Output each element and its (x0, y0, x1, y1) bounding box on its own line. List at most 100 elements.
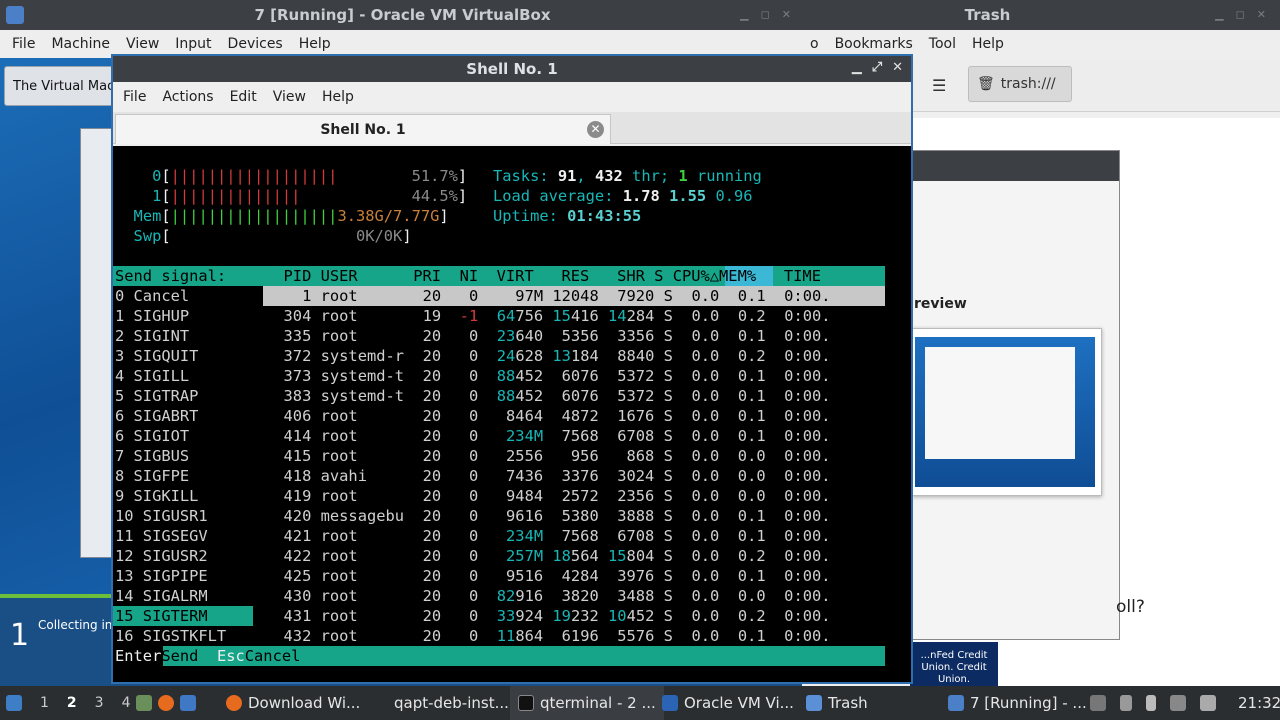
cpu0-bar: |||||||||||||||||| (170, 167, 338, 185)
process-row[interactable]: 372 systemd-r 20 0 24628 13184 8840 S 0.… (265, 346, 831, 366)
clock[interactable]: 21:32 (1238, 686, 1280, 720)
file-manager-launcher-icon[interactable] (136, 695, 152, 711)
taskbar: 1 2 3 4 Download Wi... qapt-deb-inst... … (0, 686, 1280, 720)
menu-machine[interactable]: Machine (43, 36, 118, 52)
process-row[interactable]: 373 systemd-t 20 0 88452 6076 5372 S 0.0… (265, 366, 831, 386)
signal-item[interactable]: 0 Cancel (115, 286, 189, 306)
signal-item[interactable]: 10 SIGUSR1 (115, 506, 208, 526)
desktop-launcher-icon[interactable] (180, 695, 196, 711)
close-icon[interactable]: ✕ (1257, 8, 1266, 21)
maximize-icon[interactable]: ◻ (761, 8, 770, 21)
process-row[interactable]: 432 root 20 0 11864 6196 5576 S 0.0 0.1 … (265, 626, 831, 646)
minimize-icon[interactable]: ▁ (852, 60, 862, 75)
task-label: qterminal - 2 ... (540, 694, 656, 712)
trash-window-buttons[interactable]: ▁ ◻ ✕ (1215, 8, 1266, 21)
menu-file[interactable]: File (4, 36, 43, 52)
updates-icon[interactable] (1090, 695, 1106, 711)
signal-item[interactable]: 1 SIGHUP (115, 306, 189, 326)
process-row[interactable]: 421 root 20 0 234M 7568 6708 S 0.0 0.1 0… (265, 526, 831, 546)
maximize-icon[interactable]: ◻ (1236, 8, 1245, 21)
signal-item[interactable]: 11 SIGSEGV (115, 526, 208, 546)
signal-item[interactable]: 14 SIGALRM (115, 586, 208, 606)
minimize-icon[interactable]: ▁ (1215, 8, 1223, 21)
signal-item[interactable]: 5 SIGTRAP (115, 386, 198, 406)
preview-thumbnail[interactable] (912, 328, 1102, 496)
process-row[interactable]: 431 root 20 0 33924 19232 10452 S 0.0 0.… (265, 606, 831, 626)
signal-item[interactable]: 2 SIGINT (115, 326, 189, 346)
process-row[interactable]: 1 root 20 0 97M 12048 7920 S 0.0 0.1 0:0… (265, 286, 830, 306)
htop-footer: EnterSend EscCancel (115, 646, 300, 666)
signal-item[interactable]: 6 SIGIOT (115, 426, 189, 446)
firefox-launcher-icon[interactable] (158, 695, 174, 711)
signal-item[interactable]: 6 SIGABRT (115, 406, 198, 426)
task-qapt[interactable]: qapt-deb-inst... (394, 686, 509, 720)
cpu1-label: 1 (152, 187, 162, 205)
desktop-2[interactable]: 2 (67, 695, 77, 711)
process-row[interactable]: 420 messagebu 20 0 9616 5380 3888 S 0.0 … (265, 506, 831, 526)
signal-item[interactable]: 8 SIGFPE (115, 466, 189, 486)
menu-go[interactable]: o (802, 36, 827, 52)
process-row[interactable]: 406 root 20 0 8464 4872 1676 S 0.0 0.1 0… (265, 406, 831, 426)
signal-item[interactable]: 15 SIGTERM (115, 606, 208, 626)
process-row[interactable]: 418 avahi 20 0 7436 3376 3024 S 0.0 0.0 … (265, 466, 831, 486)
menu-tool[interactable]: Tool (921, 36, 964, 52)
menu-file[interactable]: File (115, 89, 154, 105)
process-row[interactable]: 304 root 19 -1 64756 15416 14284 S 0.0 0… (265, 306, 831, 326)
process-row[interactable]: 422 root 20 0 257M 18564 15804 S 0.0 0.2… (265, 546, 831, 566)
process-row[interactable]: 415 root 20 0 2556 956 868 S 0.0 0.0 0:0… (265, 446, 831, 466)
task-qterminal[interactable]: qterminal - 2 ... (510, 686, 664, 720)
task-virtualbox[interactable]: Oracle VM Vi... (662, 686, 794, 720)
maximize-icon[interactable]: ⤢ (872, 60, 882, 75)
menu-help[interactable]: Help (314, 89, 362, 105)
process-row[interactable]: 430 root 20 0 82916 3820 3488 S 0.0 0.0 … (265, 586, 831, 606)
menu-devices[interactable]: Devices (220, 36, 291, 52)
process-row[interactable]: 414 root 20 0 234M 7568 6708 S 0.0 0.1 0… (265, 426, 831, 446)
signal-item[interactable]: 9 SIGKILL (115, 486, 198, 506)
cpu0-pct: 51.7% (411, 167, 458, 185)
desktop-3[interactable]: 3 (95, 695, 104, 711)
close-icon[interactable]: ✕ (892, 60, 903, 75)
process-row[interactable]: 419 root 20 0 9484 2572 2356 S 0.0 0.0 0… (265, 486, 831, 506)
terminal-output[interactable]: 0[|||||||||||||||||| 51.7%] 1[||||||||||… (113, 146, 911, 682)
menu-help[interactable]: Help (964, 36, 1012, 52)
virtualbox-app-icon (6, 6, 24, 24)
start-menu-button[interactable] (6, 686, 22, 720)
signal-item[interactable]: 13 SIGPIPE (115, 566, 208, 586)
close-icon[interactable]: ✕ (782, 8, 791, 21)
signal-item[interactable]: 3 SIGQUIT (115, 346, 198, 366)
task-vm-running[interactable]: 7 [Running] - ... (948, 686, 1087, 720)
keyboard-icon[interactable] (1200, 695, 1216, 711)
tab-shell-1[interactable]: Shell No. 1 ✕ (115, 114, 611, 144)
menu-actions[interactable]: Actions (154, 89, 221, 105)
footer-action-cancel[interactable]: Cancel (245, 647, 301, 665)
signal-item[interactable]: 7 SIGBUS (115, 446, 189, 466)
footer-action-send[interactable]: Send (161, 647, 217, 665)
process-columns-header[interactable]: PID USER PRI NI VIRT RES SHR S CPU%△MEM%… (265, 266, 821, 286)
process-row[interactable]: 425 root 20 0 9516 4284 3976 S 0.0 0.1 0… (265, 566, 831, 586)
cpu1-pct: 44.5% (411, 187, 458, 205)
minimize-icon[interactable]: ▁ (740, 8, 748, 21)
volume-icon[interactable] (1120, 695, 1132, 711)
tab-close-icon[interactable]: ✕ (587, 121, 604, 138)
desktop-4[interactable]: 4 (122, 695, 131, 711)
clipboard-icon[interactable] (1146, 695, 1156, 711)
menu-help[interactable]: Help (291, 36, 339, 52)
task-firefox[interactable]: Download Wi... (226, 686, 360, 720)
desktop-1[interactable]: 1 (40, 695, 49, 711)
menu-input[interactable]: Input (167, 36, 219, 52)
network-icon[interactable] (1170, 695, 1186, 711)
menu-view[interactable]: View (118, 36, 167, 52)
signal-item[interactable]: 16 SIGSTKFLT (115, 626, 226, 646)
virtualbox-window-buttons[interactable]: ▁ ◻ ✕ (740, 8, 791, 21)
task-label: qapt-deb-inst... (394, 694, 509, 712)
signal-item[interactable]: 12 SIGUSR2 (115, 546, 208, 566)
menu-bookmarks[interactable]: Bookmarks (827, 36, 921, 52)
list-view-icon[interactable]: ☰ (932, 76, 946, 95)
menu-view[interactable]: View (265, 89, 314, 105)
process-row[interactable]: 335 root 20 0 23640 5356 3356 S 0.0 0.1 … (265, 326, 831, 346)
process-row[interactable]: 383 systemd-t 20 0 88452 6076 5372 S 0.0… (265, 386, 831, 406)
menu-edit[interactable]: Edit (222, 89, 265, 105)
location-bar[interactable]: 🗑 trash:/// (968, 66, 1072, 102)
task-trash[interactable]: Trash (806, 686, 868, 720)
signal-item[interactable]: 4 SIGILL (115, 366, 189, 386)
